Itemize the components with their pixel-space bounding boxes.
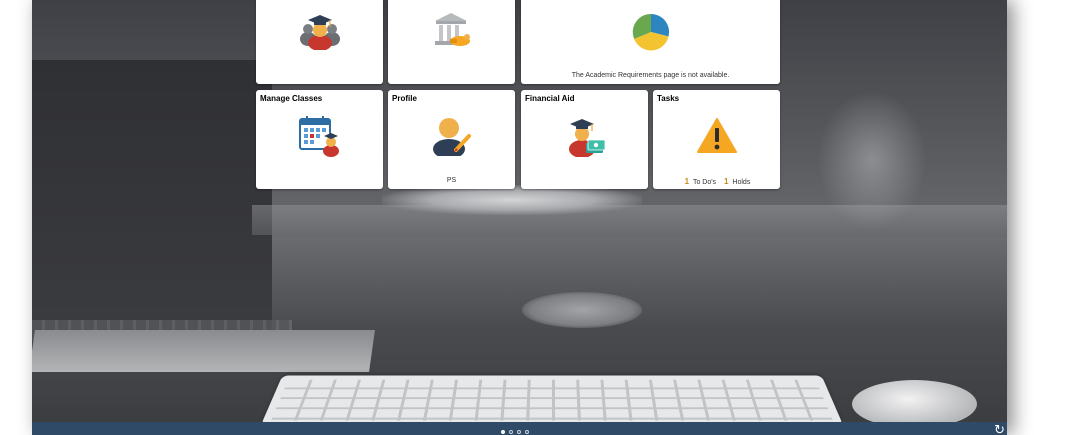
background-laptop-base (32, 330, 375, 372)
tile-academic-records[interactable] (256, 0, 383, 84)
warning-icon (697, 118, 737, 153)
bank-payment-icon (435, 13, 470, 46)
tile-manage-classes[interactable]: Manage Classes (256, 90, 383, 189)
page-dot-2[interactable] (509, 430, 513, 434)
refresh-icon[interactable]: ↻ (994, 423, 1005, 435)
tile-financial-aid[interactable]: Financial Aid (521, 90, 648, 189)
tile-profile[interactable]: Profile PS (388, 90, 515, 189)
tile-academic-requirements[interactable]: The Academic Requirements page is not av… (521, 0, 780, 84)
tasks-summary: 1 To Do's 1 Holds (653, 177, 780, 186)
calendar-graduate-icon (299, 116, 339, 157)
background-monitor-stand (382, 185, 642, 215)
user-edit-icon (433, 118, 471, 156)
page-dot-3[interactable] (517, 430, 521, 434)
tile-title: Manage Classes (260, 94, 323, 103)
todo-count: 1 (684, 177, 690, 186)
holds-label: Holds (732, 179, 751, 186)
tile-title: Profile (392, 94, 417, 103)
holds-count: 1 (724, 177, 729, 186)
background-bowl (522, 292, 642, 328)
tile-title: Tasks (657, 94, 680, 103)
background-keyboard (260, 375, 844, 426)
tile-message: The Academic Requirements page is not av… (571, 72, 730, 79)
page-indicator (501, 430, 529, 434)
graduates-icon (300, 15, 340, 50)
page-dot-4[interactable] (525, 430, 529, 434)
tile-title: Financial Aid (525, 94, 575, 103)
page-dot-1[interactable] (501, 430, 505, 434)
homepage-frame: ↻ (32, 0, 1007, 435)
bottom-bar: ↻ (32, 422, 1007, 435)
todo-label: To Do's (692, 179, 717, 186)
tile-financial-account[interactable] (388, 0, 515, 84)
graduate-money-icon (569, 119, 606, 157)
background-laptop-screen (32, 60, 272, 340)
profile-initials: PS (446, 177, 457, 184)
background-glass (817, 90, 927, 230)
background-mouse (852, 380, 977, 428)
pie-chart-icon (632, 13, 670, 51)
tile-tasks[interactable]: Tasks 1 To Do's 1 Holds (653, 90, 780, 189)
